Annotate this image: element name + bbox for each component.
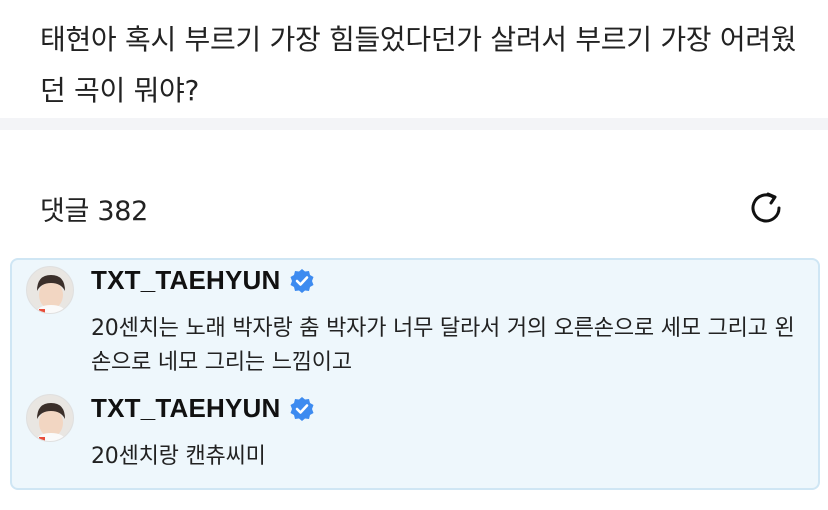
refresh-button[interactable] — [744, 186, 788, 230]
verified-badge-icon — [290, 268, 314, 293]
reply-author-row: TXT_TAEHYUN — [91, 393, 315, 424]
reply-author-name[interactable]: TXT_TAEHYUN — [91, 393, 281, 424]
avatar[interactable] — [26, 266, 74, 314]
verified-badge-icon — [290, 396, 314, 421]
comments-header: 댓글 382 — [40, 186, 788, 230]
artist-reply-box: TXT_TAEHYUN 20센치는 노래 박자랑 춤 박자가 너무 달라서 거의… — [10, 258, 820, 490]
refresh-icon — [751, 192, 781, 223]
comments-count-label: 댓글 382 — [40, 195, 148, 227]
reply-text: 20센치랑 캔츄씨미 — [91, 444, 266, 469]
reply-author-row: TXT_TAEHYUN — [91, 265, 315, 296]
avatar[interactable] — [26, 394, 74, 442]
reply-text: 20센치는 노래 박자랑 춤 박자가 너무 달라서 거의 오른손으로 세모 그리… — [91, 316, 795, 375]
reply-author-name[interactable]: TXT_TAEHYUN — [91, 265, 281, 296]
post-question-text: 태현아 혹시 부르기 가장 힘들었다던가 살려서 부르기 가장 어려웠던 곡이 … — [40, 23, 797, 107]
section-divider — [0, 118, 828, 130]
